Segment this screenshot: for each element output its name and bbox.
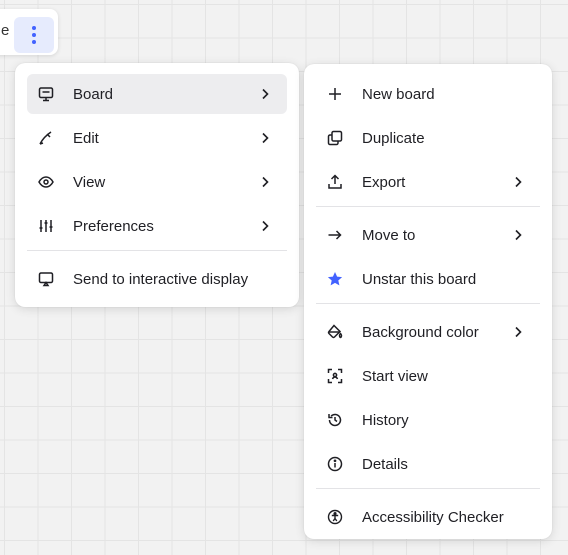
sliders-icon bbox=[37, 217, 55, 235]
menu-item-history[interactable]: History bbox=[316, 400, 540, 440]
accessibility-icon bbox=[326, 508, 344, 526]
chevron-right-icon bbox=[515, 176, 522, 188]
eye-icon bbox=[37, 173, 55, 191]
history-icon bbox=[326, 411, 344, 429]
menu-item-edit[interactable]: Edit bbox=[27, 118, 287, 158]
menu-item-send-to-display[interactable]: Send to interactive display bbox=[27, 259, 287, 299]
star-icon bbox=[326, 270, 344, 288]
chevron-right-icon bbox=[262, 132, 269, 144]
menu-item-duplicate[interactable]: Duplicate bbox=[316, 118, 540, 158]
duplicate-icon bbox=[326, 129, 344, 147]
menu-item-background-color[interactable]: Background color bbox=[316, 312, 540, 352]
menu-item-start-view[interactable]: Start view bbox=[316, 356, 540, 396]
more-options-button[interactable] bbox=[14, 17, 54, 53]
main-menu: Board Edit View Preferences Send to inte… bbox=[15, 63, 299, 307]
menu-item-export[interactable]: Export bbox=[316, 162, 540, 202]
chevron-right-icon bbox=[262, 88, 269, 100]
pen-icon bbox=[37, 129, 55, 147]
board-submenu: New board Duplicate Export Move to Unsta… bbox=[304, 64, 552, 539]
display-icon bbox=[37, 270, 55, 288]
menu-item-preferences[interactable]: Preferences bbox=[27, 206, 287, 246]
menu-item-unstar[interactable]: Unstar this board bbox=[316, 259, 540, 299]
menu-item-accessibility-checker[interactable]: Accessibility Checker bbox=[316, 497, 540, 537]
menu-item-move-to[interactable]: Move to bbox=[316, 215, 540, 255]
menu-item-view[interactable]: View bbox=[27, 162, 287, 202]
board-name-fragment: e bbox=[1, 22, 10, 39]
menu-item-board[interactable]: Board bbox=[27, 74, 287, 114]
kebab-icon bbox=[32, 26, 36, 44]
chevron-right-icon bbox=[262, 220, 269, 232]
frame-icon bbox=[326, 367, 344, 385]
divider bbox=[316, 303, 540, 304]
chevron-right-icon bbox=[515, 326, 522, 338]
export-icon bbox=[326, 173, 344, 191]
arrow-right-icon bbox=[326, 226, 344, 244]
board-toolbar: e bbox=[0, 9, 58, 55]
board-icon bbox=[37, 85, 55, 103]
chevron-right-icon bbox=[515, 229, 522, 241]
divider bbox=[316, 206, 540, 207]
menu-item-new-board[interactable]: New board bbox=[316, 74, 540, 114]
info-icon bbox=[326, 455, 344, 473]
paint-bucket-icon bbox=[326, 323, 344, 341]
chevron-right-icon bbox=[262, 176, 269, 188]
plus-icon bbox=[326, 85, 344, 103]
divider bbox=[316, 488, 540, 489]
divider bbox=[27, 250, 287, 251]
menu-item-details[interactable]: Details bbox=[316, 444, 540, 484]
